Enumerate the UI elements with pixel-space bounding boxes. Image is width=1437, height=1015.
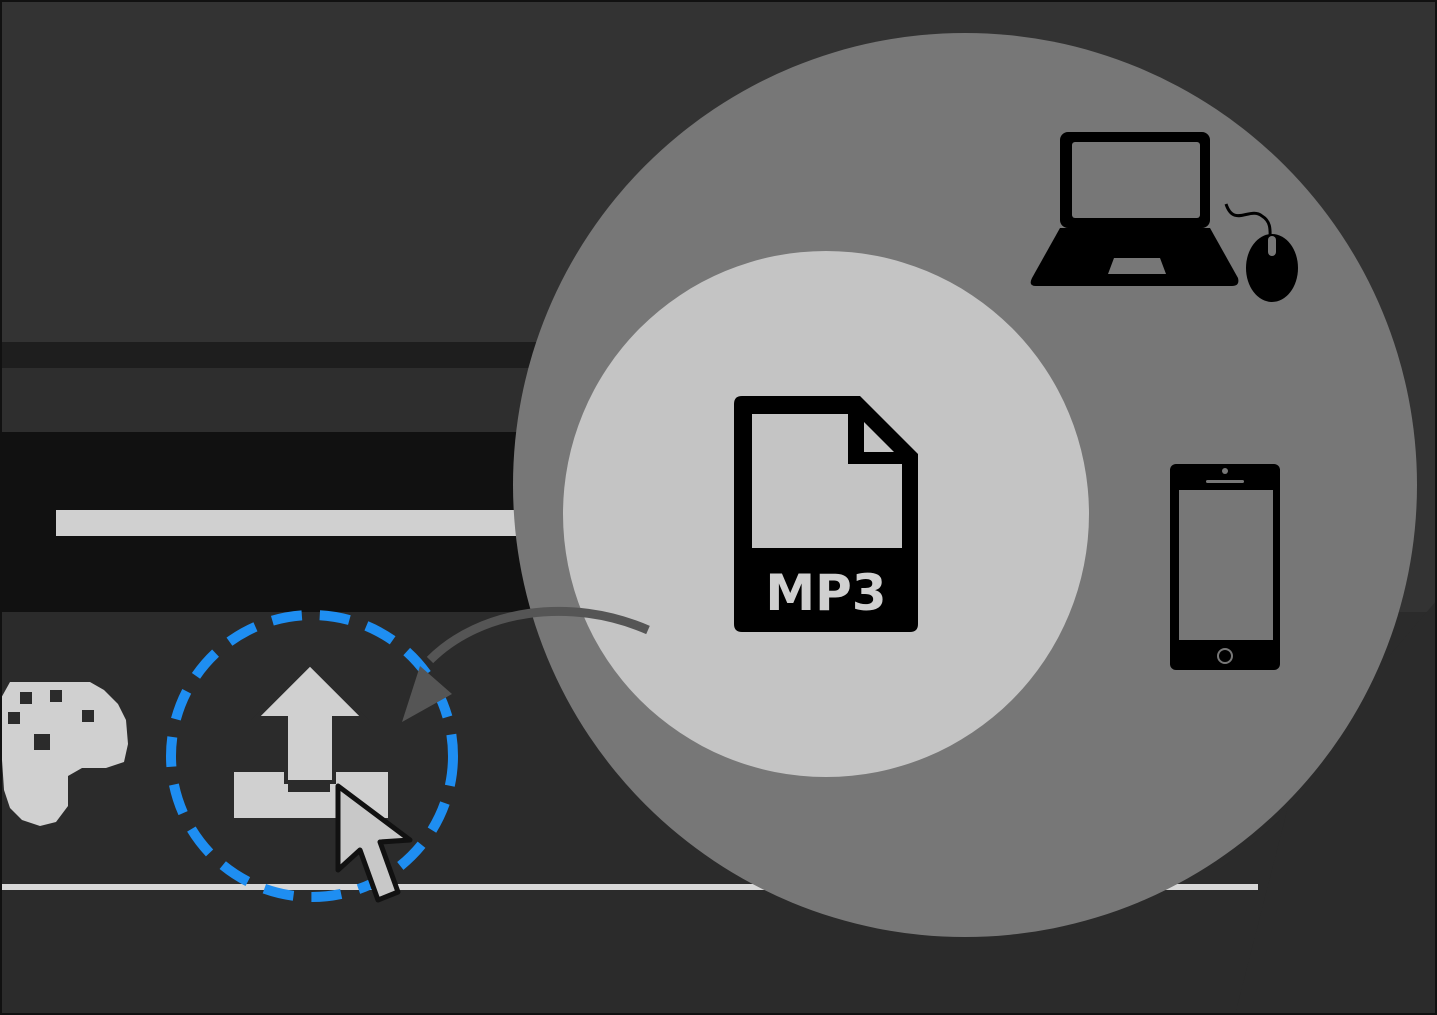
export-illustration: MP3 xyxy=(0,0,1437,1015)
progress-track[interactable] xyxy=(56,510,576,536)
toolbar-top-strip xyxy=(0,342,620,368)
smartphone-icon xyxy=(1170,464,1280,670)
file-format-label: MP3 xyxy=(765,564,886,622)
audio-file-icon: MP3 xyxy=(734,396,918,632)
laptop-icon xyxy=(1030,132,1239,286)
